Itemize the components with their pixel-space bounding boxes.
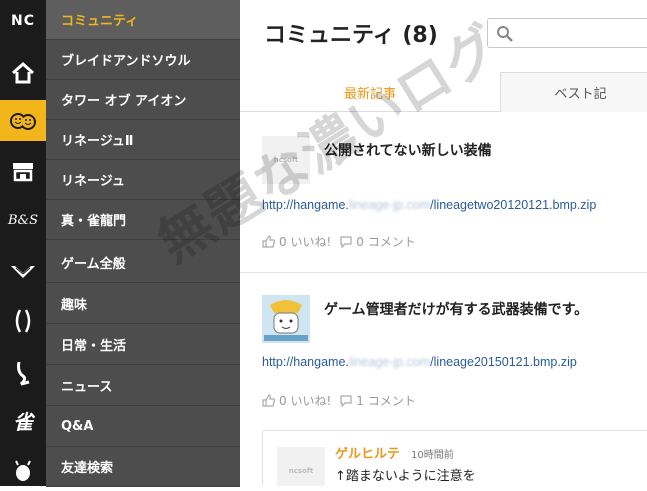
like-label: いいね! <box>290 394 332 408</box>
link-blurred-domain: lineage-jp.com <box>348 198 431 212</box>
like-label: いいね! <box>290 235 332 249</box>
cartoon-character-icon <box>262 295 310 343</box>
nav-item-jin-jakuryumon[interactable]: 真・雀龍門 <box>46 200 240 240</box>
post-link[interactable]: http://hangame.lineage-jp.com/lineage201… <box>262 355 577 369</box>
nav-label: 日常・生活 <box>61 339 127 354</box>
icon-rail: NC B&S 雀 <box>0 0 46 486</box>
search-input[interactable] <box>487 18 647 48</box>
nav-item-lineage[interactable]: リネージュ <box>46 160 240 200</box>
like-count: 0 <box>279 234 287 249</box>
thumbs-up-icon[interactable] <box>262 235 276 248</box>
post-title[interactable]: 公開されてない新しい装備 <box>324 140 492 160</box>
link-prefix: http://hangame. <box>262 198 349 212</box>
category-nav: コミュニティ ブレイドアンドソウル タワー オブ アイオン リネージュⅡ リネー… <box>46 0 240 487</box>
commenter-avatar: ncsoft <box>277 447 325 486</box>
comment-timestamp: 10時間前 <box>411 450 454 461</box>
nav-label: コミュニティ <box>61 14 139 29</box>
avatar: ncsoft <box>262 136 310 184</box>
nav-label: ニュース <box>61 380 113 395</box>
tab-best[interactable]: ベスト記 <box>500 72 647 112</box>
nav-label: リネージュ <box>61 174 125 189</box>
nav-item-lineage2[interactable]: リネージュⅡ <box>46 120 240 160</box>
comment-text: ↑踏まないように注意を <box>335 469 476 484</box>
jin-logo-text: 雀 <box>13 410 33 434</box>
comment-icon[interactable] <box>339 235 353 248</box>
nav-label: Q&A <box>61 419 94 434</box>
post-meta: 0 いいね! 0 コメント <box>262 233 416 250</box>
nav-item-friend-search[interactable]: 友達検索 <box>46 447 240 487</box>
comment-label: コメント <box>367 394 416 408</box>
community-smiley-icon[interactable] <box>0 100 46 141</box>
like-count: 0 <box>279 393 287 408</box>
nav-item-blade-and-soul[interactable]: ブレイドアンドソウル <box>46 40 240 80</box>
comment-item: ncsoft ゲルヒルテ 10時間前 ↑踏まないように注意を <box>262 430 647 486</box>
nav-item-game-general[interactable]: ゲーム全般 <box>46 243 240 283</box>
nav-item-hobby[interactable]: 趣味 <box>46 284 240 324</box>
nav-label: 真・雀龍門 <box>61 214 127 229</box>
tab-bar: 最新記事 ベスト記 <box>240 72 647 112</box>
main-content: コミュニティ (8) 最新記事 ベスト記 ncsoft 公開されてない新しい装備… <box>240 0 647 486</box>
avatar-logo: ncsoft <box>288 467 314 475</box>
thumbs-up-icon[interactable] <box>262 394 276 407</box>
nav-label: ゲーム全般 <box>61 257 126 272</box>
nav-item-daily-life[interactable]: 日常・生活 <box>46 325 240 365</box>
nav-item-news[interactable]: ニュース <box>46 366 240 406</box>
search-icon <box>497 26 513 42</box>
lineage-logo-icon[interactable] <box>0 352 46 393</box>
post-meta: 0 いいね! 1 コメント <box>262 392 416 409</box>
post-item: ゲーム管理者だけが有する武器装備です。 http://hangame.linea… <box>240 273 647 423</box>
nav-label: ブレイドアンドソウル <box>61 54 191 69</box>
bns-logo-icon[interactable]: B&S <box>0 200 46 241</box>
comment-icon[interactable] <box>339 394 353 407</box>
link-suffix: /lineage20150121.bmp.zip <box>430 355 577 369</box>
bug-icon[interactable] <box>0 450 46 491</box>
nav-label: タワー オブ アイオン <box>61 94 187 109</box>
comment-label: コメント <box>367 235 416 249</box>
tab-label: ベスト記 <box>554 87 607 102</box>
comment-author[interactable]: ゲルヒルテ <box>335 443 400 462</box>
wings-icon[interactable] <box>0 250 46 291</box>
nav-item-community[interactable]: コミュニティ <box>46 0 240 40</box>
nav-label: リネージュⅡ <box>61 134 134 149</box>
post-link[interactable]: http://hangame.lineage-jp.com/lineagetwo… <box>262 198 596 212</box>
nc-logo-text: NC <box>11 12 35 29</box>
page-header: コミュニティ (8) <box>240 0 647 72</box>
nav-label: 趣味 <box>61 298 88 313</box>
nav-item-tower-of-aion[interactable]: タワー オブ アイオン <box>46 80 240 120</box>
nc-logo-icon[interactable]: NC <box>0 0 46 41</box>
post-item: ncsoft 公開されてない新しい装備 http://hangame.linea… <box>240 112 647 272</box>
post-title[interactable]: ゲーム管理者だけが有する武器装備です。 <box>324 299 588 319</box>
nav-label: 友達検索 <box>61 461 114 476</box>
avatar-logo: ncsoft <box>273 156 299 164</box>
tab-label: 最新記事 <box>343 86 396 102</box>
comment-count: 0 <box>356 234 364 249</box>
link-prefix: http://hangame. <box>262 355 349 369</box>
nav-item-qa[interactable]: Q&A <box>46 407 240 447</box>
home-icon[interactable] <box>0 52 46 93</box>
jin-logo-icon[interactable]: 雀 <box>0 400 46 441</box>
bns-logo-text: B&S <box>7 213 39 228</box>
comment-count: 1 <box>356 393 364 408</box>
shop-icon[interactable] <box>0 150 46 191</box>
link-blurred-domain: lineage-jp.com <box>348 355 431 369</box>
link-suffix: /lineagetwo20120121.bmp.zip <box>430 198 597 212</box>
aion-logo-icon[interactable] <box>0 300 46 341</box>
post-thumbnail-image <box>262 295 310 343</box>
tab-latest[interactable]: 最新記事 <box>240 72 500 112</box>
page-title: コミュニティ (8) <box>264 23 438 48</box>
